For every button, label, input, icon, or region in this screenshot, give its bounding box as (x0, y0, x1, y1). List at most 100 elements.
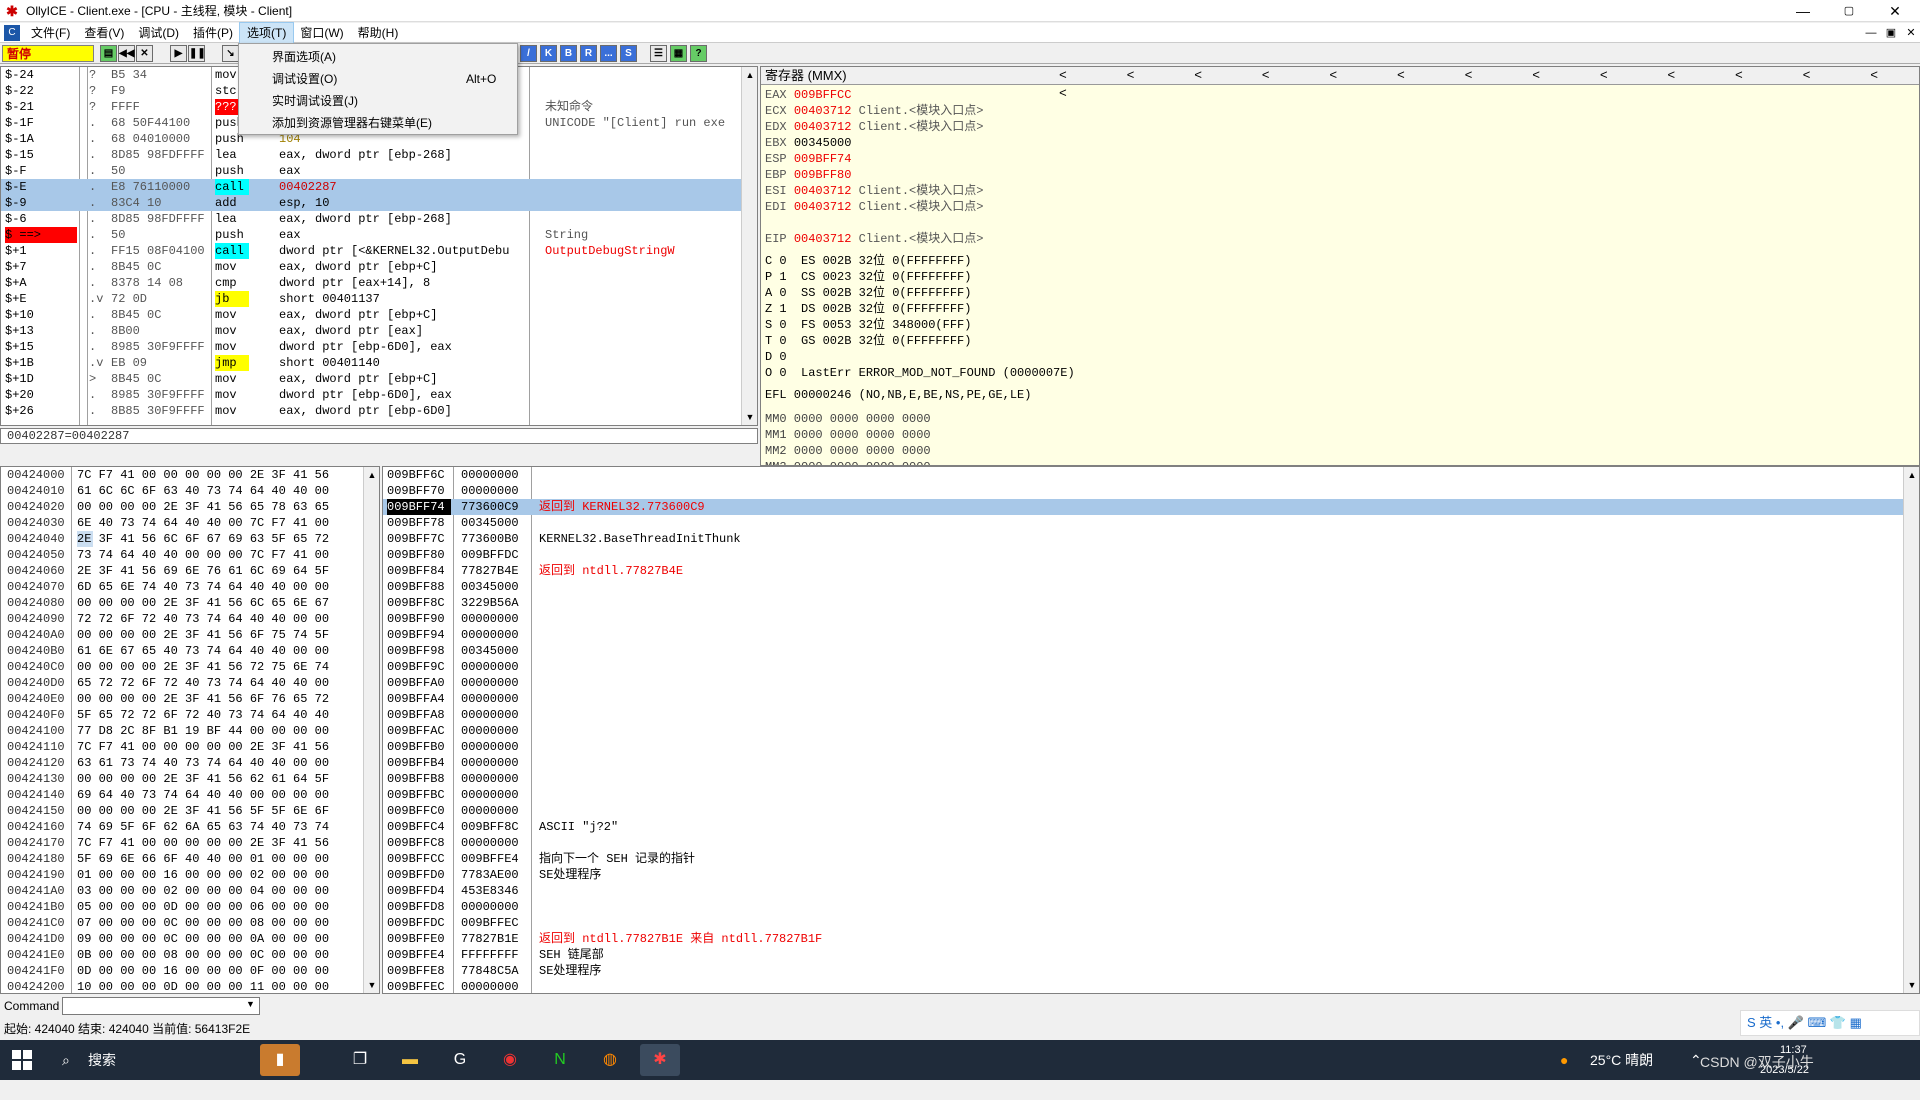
stack-row[interactable]: 009BFFB0 00000000 (383, 739, 1903, 755)
stack-row[interactable]: 009BFF98 00345000 (383, 643, 1903, 659)
disasm-row[interactable]: $+20. 8985 30F9FFFF mov dword ptr [ebp-6D0]… (1, 387, 757, 403)
minimize-button[interactable]: — (1780, 0, 1826, 22)
stack-row[interactable]: 009BFF7C 773600B0 KERNEL32.BaseThreadInitT… (383, 531, 1903, 547)
chrome-icon[interactable]: ◉ (490, 1044, 530, 1076)
stack-row[interactable]: 009BFFC4 009BFF8C ASCII "j?2" (383, 819, 1903, 835)
list-icon[interactable]: ☰ (650, 45, 667, 62)
toolbar-button-k[interactable]: K (540, 45, 557, 62)
command-input[interactable] (62, 997, 260, 1015)
stack-row[interactable]: 009BFFE0 77827B1E 返回到 ntdll.77827B1E 来自 nt… (383, 931, 1903, 947)
disasm-row[interactable]: $+10. 8B45 0C mov eax, dword ptr [ebp+C] (1, 307, 757, 323)
register-row[interactable]: EIP 00403712 Client.<模块入口点> (765, 231, 983, 247)
disassembly-scrollbar[interactable]: ▲ ▼ (741, 67, 757, 425)
flag-row[interactable]: O 0 LastErr ERROR_MOD_NOT_FOUND (0000007… (765, 365, 1075, 381)
stack-row[interactable]: 009BFFE8 77848C5A SE处理程序 (383, 963, 1903, 979)
disasm-row[interactable]: $+1. FF15 08F04100 call dword ptr [<&KERNEL… (1, 243, 757, 259)
memory-dump-pane[interactable]: 00424000 7C F7 41 00 00 00 00 00 2E 3F 41… (0, 466, 380, 994)
menu-window[interactable]: 窗口(W) (293, 23, 350, 43)
menu-help[interactable]: 帮助(H) (351, 23, 406, 43)
register-row[interactable]: EBX 00345000 (765, 135, 859, 151)
stack-row[interactable]: 009BFFB4 00000000 (383, 755, 1903, 771)
open-icon[interactable]: ▤ (100, 45, 117, 62)
stack-row[interactable]: 009BFF74 773600C9 返回到 KERNEL32.773600C9 (383, 499, 1903, 515)
windows-start-icon[interactable] (12, 1050, 32, 1070)
menu-debug[interactable]: 调试(D) (131, 23, 186, 43)
flag-row[interactable]: P 1 CS 0023 32位 0(FFFFFFFF) (765, 269, 971, 285)
disasm-row[interactable]: $+26. 8B85 30F9FFFF mov eax, dword ptr [ebp… (1, 403, 757, 419)
disasm-row[interactable]: $+15. 8985 30F9FFFF mov dword ptr [ebp-6D0]… (1, 339, 757, 355)
dropdown-item-debug-settings[interactable]: 调试设置(O) Alt+O (239, 68, 517, 90)
disasm-row[interactable]: $ ==>. 50 push eax String (1, 227, 757, 243)
task-view-icon[interactable]: ❐ (340, 1044, 380, 1076)
disasm-row[interactable]: $-9. 83C4 10 add esp, 10 (1, 195, 757, 211)
disasm-row[interactable]: $-F. 50 push eax (1, 163, 757, 179)
disasm-row[interactable]: $-E. E8 76110000 call 00402287 (1, 179, 757, 195)
stack-row[interactable]: 009BFFA4 00000000 (383, 691, 1903, 707)
stack-row[interactable]: 009BFFE4 FFFFFFFF SEH 链尾部 (383, 947, 1903, 963)
registers-scroll-arrows[interactable]: < < < < < < < < < < < < < < (1059, 67, 1919, 103)
registers-pane[interactable]: 寄存器 (MMX) < < < < < < < < < < < < < < EA… (760, 66, 1920, 466)
flag-row[interactable]: C 0 ES 002B 32位 0(FFFFFFFF) (765, 253, 971, 269)
stack-row[interactable]: 009BFFB8 00000000 (383, 771, 1903, 787)
register-row[interactable]: EDX 00403712 Client.<模块入口点> (765, 119, 983, 135)
step-into-icon[interactable]: ↘ (222, 45, 239, 62)
toolbar-button-b[interactable]: B (560, 45, 577, 62)
stack-row[interactable]: 009BFF80 009BFFDC (383, 547, 1903, 563)
stack-row[interactable]: 009BFF88 00345000 (383, 579, 1903, 595)
disasm-row[interactable]: $+7. 8B45 0C mov eax, dword ptr [ebp+C] (1, 259, 757, 275)
grid-icon[interactable]: ▦ (670, 45, 687, 62)
register-row[interactable]: EDI 00403712 Client.<模块入口点> (765, 199, 983, 215)
flag-row[interactable]: S 0 FS 0053 32位 348000(FFF) (765, 317, 971, 333)
restart-icon[interactable]: ◀◀ (118, 45, 135, 62)
weather-text[interactable]: 25°C 晴朗 (1590, 1040, 1653, 1080)
stack-row[interactable]: 009BFF8C 3229B56A (383, 595, 1903, 611)
toolbar-button-s[interactable]: S (620, 45, 637, 62)
file-explorer-icon[interactable]: ▬ (390, 1044, 430, 1076)
menu-view[interactable]: 查看(V) (77, 23, 131, 43)
stack-row[interactable]: 009BFFD0 7783AE00 SE处理程序 (383, 867, 1903, 883)
stack-row[interactable]: 009BFFD8 00000000 (383, 899, 1903, 915)
toolbar-button-slash[interactable]: / (520, 45, 537, 62)
menu-file[interactable]: 文件(F) (24, 23, 77, 43)
menu-plugins[interactable]: 插件(P) (186, 23, 240, 43)
registers-header[interactable]: 寄存器 (MMX) < < < < < < < < < < < < < < (761, 67, 1919, 101)
dropdown-item-interface-options[interactable]: 界面选项(A) (239, 46, 517, 68)
stack-row[interactable]: 009BFF94 00000000 (383, 627, 1903, 643)
dropdown-item-jit-settings[interactable]: 实时调试设置(J) (239, 90, 517, 112)
run-icon[interactable]: ▶ (170, 45, 187, 62)
firefox-icon[interactable]: ◍ (590, 1044, 630, 1076)
mmx-row[interactable]: MM0 0000 0000 0000 0000 (765, 411, 931, 427)
toolbar-button-r[interactable]: R (580, 45, 597, 62)
stack-row[interactable]: 009BFFEC 00000000 (383, 979, 1903, 993)
disasm-row[interactable]: $+A. 8378 14 08 cmp dword ptr [eax+14], 8 (1, 275, 757, 291)
stack-pane[interactable]: 009BFF6C 00000000 009BFF70 00000000 009BFF74… (382, 466, 1920, 994)
mmx-row[interactable]: MM2 0000 0000 0000 0000 (765, 443, 931, 459)
efl-row[interactable]: EFL 00000246 (NO,NB,E,BE,NS,PE,GE,LE) (765, 387, 1031, 403)
register-row[interactable] (765, 215, 779, 231)
dump-scrollbar[interactable]: ▲ ▼ (363, 467, 379, 993)
stack-row[interactable]: 009BFFC0 00000000 (383, 803, 1903, 819)
mdi-minimize-button[interactable]: — (1860, 23, 1882, 43)
flag-row[interactable]: T 0 GS 002B 32位 0(FFFFFFFF) (765, 333, 971, 349)
ime-toolbar[interactable]: S 英 •, 🎤 ⌨ 👕 ▦ (1740, 1010, 1920, 1036)
stack-row[interactable]: 009BFFBC 00000000 (383, 787, 1903, 803)
stack-row[interactable]: 009BFFA8 00000000 (383, 707, 1903, 723)
pause-icon[interactable]: ❚❚ (188, 45, 206, 62)
stack-row[interactable]: 009BFF9C 00000000 (383, 659, 1903, 675)
command-dropdown-icon[interactable]: ▼ (246, 999, 255, 1009)
taskbar-app-books-icon[interactable]: ▮ (260, 1044, 300, 1076)
stack-row[interactable]: 009BFFD4 453E8346 (383, 883, 1903, 899)
stack-row[interactable]: 009BFFDC 009BFFEC (383, 915, 1903, 931)
flag-row[interactable]: D 0 (765, 349, 787, 365)
mdi-close-button[interactable]: ✕ (1900, 23, 1920, 43)
disasm-row[interactable]: $+13. 8B00 mov eax, dword ptr [eax] (1, 323, 757, 339)
mdi-restore-button[interactable]: ▣ (1880, 23, 1902, 43)
toolbar-button-dots[interactable]: ... (600, 45, 617, 62)
stack-row[interactable]: 009BFFC8 00000000 (383, 835, 1903, 851)
taskbar-app-n-icon[interactable]: N (540, 1044, 580, 1076)
close-button[interactable]: ✕ (1872, 0, 1918, 22)
disasm-row[interactable]: $-6. 8D85 98FDFFFF lea eax, dword ptr [ebp-… (1, 211, 757, 227)
taskbar-search[interactable]: ⌕ 搜索 (50, 1040, 250, 1080)
dropdown-item-add-explorer-menu[interactable]: 添加到资源管理器右键菜单(E) (239, 112, 517, 134)
register-row[interactable]: EAX 009BFFCC (765, 87, 859, 103)
